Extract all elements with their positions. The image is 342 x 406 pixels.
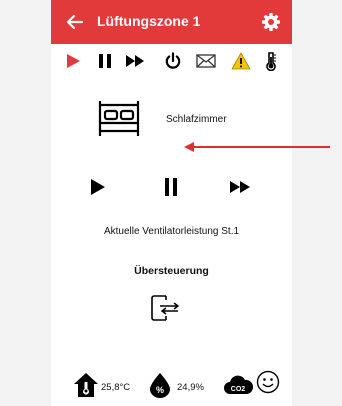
page-title: Lüftungszone 1 xyxy=(97,13,201,29)
co2-cloud-icon: CO2 xyxy=(224,375,253,394)
humidity-value: 24,9% xyxy=(177,382,204,393)
temperature-value: 25,8°C xyxy=(101,382,131,393)
house-temperature-icon xyxy=(74,373,98,397)
app-header: Lüftungszone 1 xyxy=(51,0,292,44)
play-icon[interactable] xyxy=(63,51,83,71)
gear-icon[interactable] xyxy=(261,12,281,32)
warning-icon[interactable] xyxy=(231,51,251,71)
fast-forward-icon[interactable] xyxy=(125,51,145,71)
smiley-icon xyxy=(256,370,280,394)
pause-icon[interactable] xyxy=(95,51,115,71)
fast-forward-icon[interactable] xyxy=(228,176,254,198)
humidity-icon: % xyxy=(150,373,170,398)
room-label: Schlafzimmer xyxy=(166,114,227,125)
bed-icon xyxy=(98,101,140,136)
svg-text:%: % xyxy=(156,385,164,395)
power-icon[interactable] xyxy=(163,51,183,71)
toolbar xyxy=(51,48,292,74)
mail-icon[interactable] xyxy=(196,51,216,71)
pause-icon[interactable] xyxy=(158,176,184,198)
override-label: Übersteuerung xyxy=(134,265,209,277)
annotation-arrow-icon xyxy=(184,142,330,152)
override-toggle-icon[interactable] xyxy=(148,292,184,324)
fan-status-text: Aktuelle Ventilatorleistung St.1 xyxy=(103,226,240,237)
thermometer-icon[interactable] xyxy=(261,51,281,71)
play-icon[interactable] xyxy=(85,176,111,198)
back-arrow-icon[interactable] xyxy=(65,12,85,32)
co2-label: CO2 xyxy=(231,386,246,393)
app-screen: Lüftungszone 1 Schlafzimmer Aktuelle Ven… xyxy=(51,0,292,406)
